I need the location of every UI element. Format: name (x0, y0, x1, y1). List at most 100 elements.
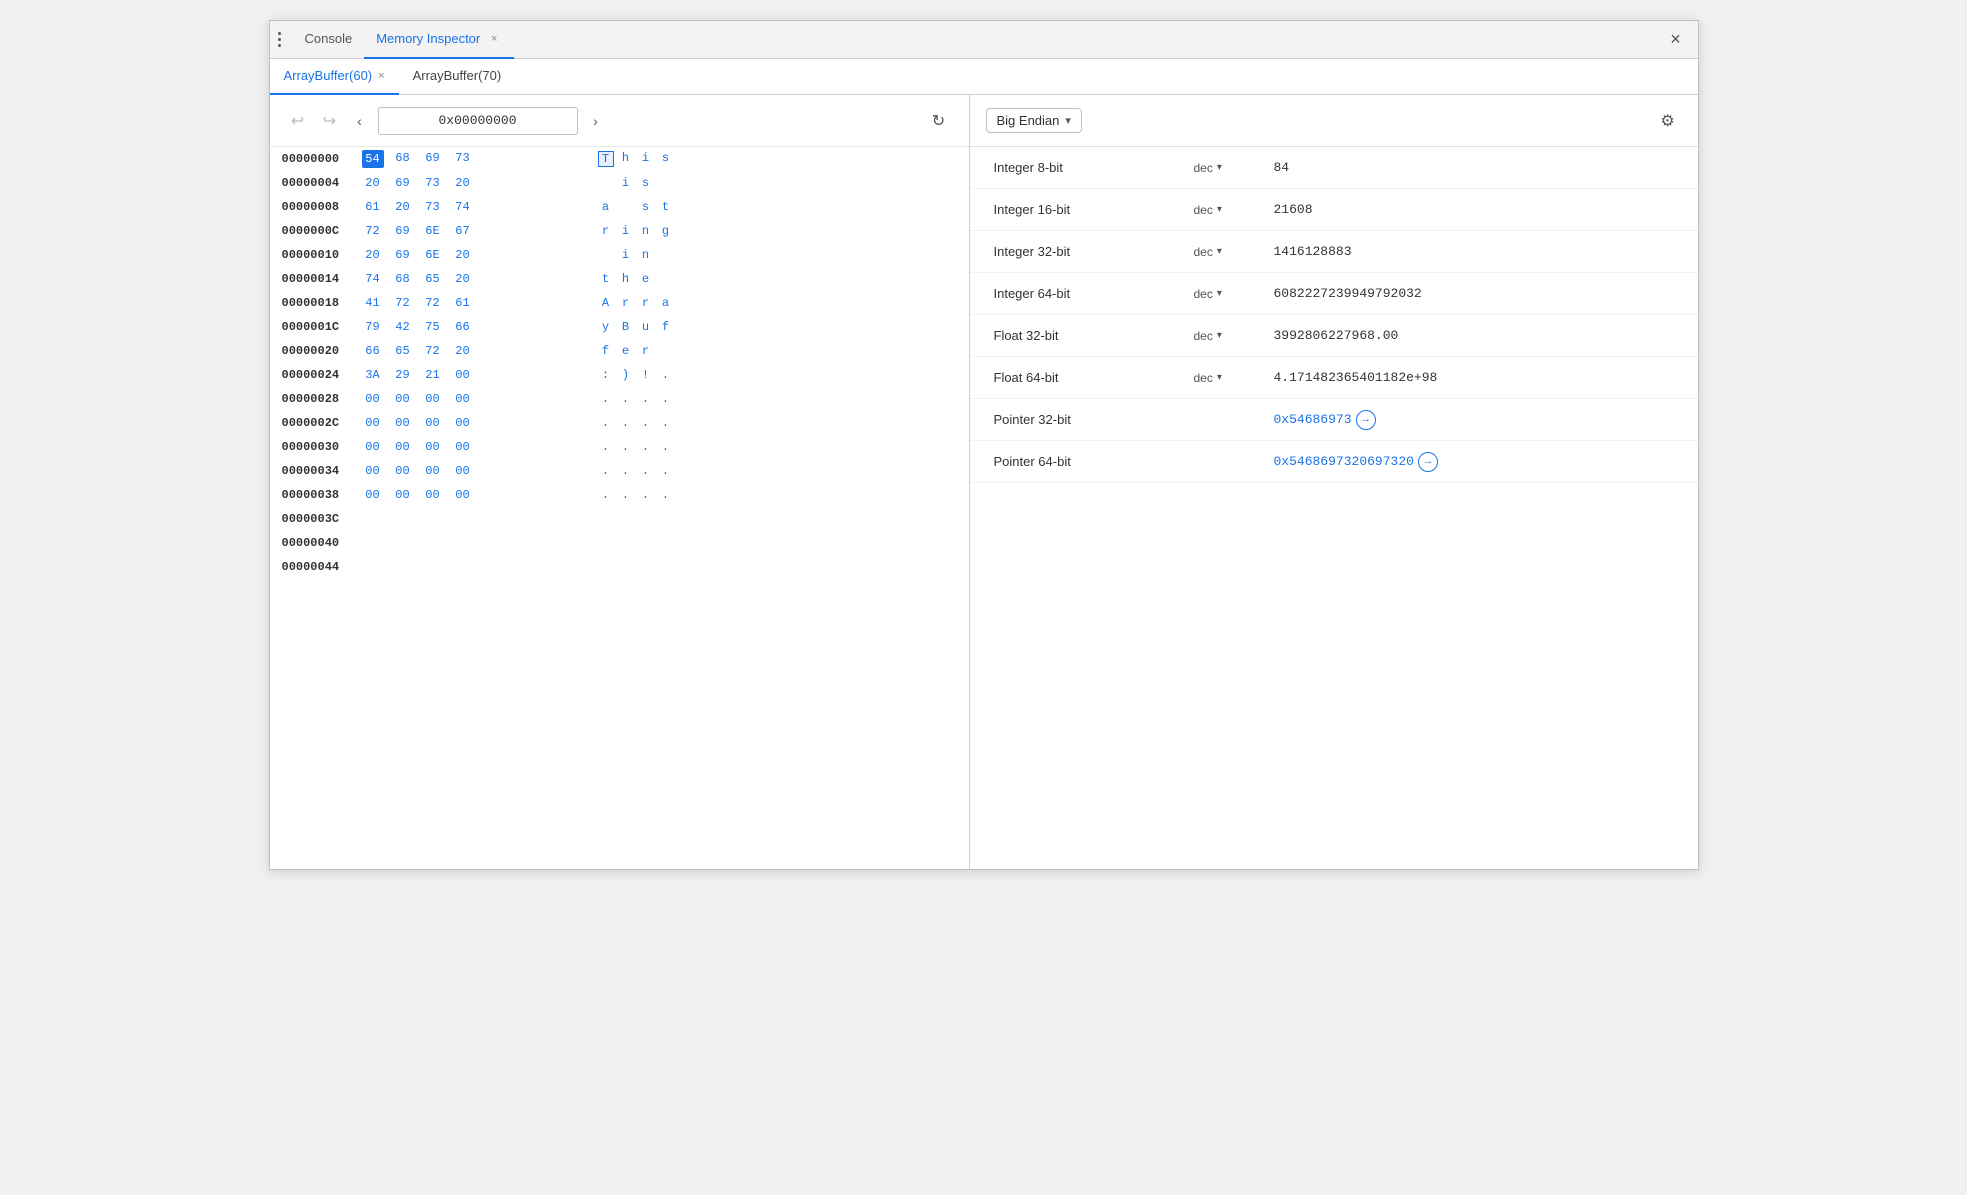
hex-char-11-2[interactable]: . (638, 416, 654, 430)
hex-char-0-3[interactable]: s (658, 151, 674, 167)
hex-byte-6-3[interactable]: 61 (452, 295, 474, 311)
hex-char-9-1[interactable]: ) (618, 368, 634, 382)
hex-char-3-1[interactable]: i (618, 224, 634, 238)
hex-byte-13-3[interactable]: 00 (452, 463, 474, 479)
hex-byte-12-1[interactable]: 00 (392, 439, 414, 455)
hex-char-9-2[interactable]: ! (638, 368, 654, 382)
hex-char-4-0[interactable] (598, 248, 614, 262)
hex-byte-2-0[interactable]: 61 (362, 199, 384, 215)
buffer-tab-arraybuffer70[interactable]: ArrayBuffer(70) (399, 59, 516, 95)
hex-byte-11-2[interactable]: 00 (422, 415, 444, 431)
hex-char-12-2[interactable]: . (638, 440, 654, 454)
hex-byte-3-3[interactable]: 67 (452, 223, 474, 239)
hex-byte-12-2[interactable]: 00 (422, 439, 444, 455)
hex-char-5-2[interactable]: e (638, 272, 654, 286)
hex-char-13-0[interactable]: . (598, 464, 614, 478)
endian-selector[interactable]: Big Endian ▾ (986, 108, 1082, 133)
hex-byte-0-1[interactable]: 68 (392, 150, 414, 168)
hex-byte-10-3[interactable]: 00 (452, 391, 474, 407)
window-close-button[interactable]: × (1662, 26, 1690, 54)
hex-byte-4-1[interactable]: 69 (392, 247, 414, 263)
hex-byte-5-3[interactable]: 20 (452, 271, 474, 287)
hex-char-14-3[interactable]: . (658, 488, 674, 502)
back-button[interactable]: ↩ (286, 109, 310, 133)
hex-char-8-1[interactable]: e (618, 344, 634, 358)
hex-byte-8-3[interactable]: 20 (452, 343, 474, 359)
hex-char-1-3[interactable] (658, 176, 674, 190)
hex-char-7-2[interactable]: u (638, 320, 654, 334)
hex-byte-2-1[interactable]: 20 (392, 199, 414, 215)
hex-byte-2-2[interactable]: 73 (422, 199, 444, 215)
value-link-ptr32[interactable]: 0x54686973 → (1274, 410, 1376, 430)
tab-memory-inspector-close[interactable]: × (486, 31, 502, 47)
hex-byte-8-1[interactable]: 65 (392, 343, 414, 359)
hex-char-11-3[interactable]: . (658, 416, 674, 430)
hex-char-14-0[interactable]: . (598, 488, 614, 502)
hex-char-6-3[interactable]: a (658, 296, 674, 310)
buffer-tab-arraybuffer60[interactable]: ArrayBuffer(60) × (270, 59, 399, 95)
hex-byte-13-0[interactable]: 00 (362, 463, 384, 479)
value-format-float32[interactable]: dec ▾ (1194, 329, 1274, 343)
hex-char-7-1[interactable]: B (618, 320, 634, 334)
hex-char-0-0[interactable]: T (598, 151, 614, 167)
hex-byte-14-0[interactable]: 00 (362, 487, 384, 503)
hex-char-3-2[interactable]: n (638, 224, 654, 238)
hex-byte-10-2[interactable]: 00 (422, 391, 444, 407)
hex-byte-4-2[interactable]: 6E (422, 247, 444, 263)
hex-byte-11-1[interactable]: 00 (392, 415, 414, 431)
hex-char-6-1[interactable]: r (618, 296, 634, 310)
hex-char-8-2[interactable]: r (638, 344, 654, 358)
hex-char-11-0[interactable]: . (598, 416, 614, 430)
hex-char-4-1[interactable]: i (618, 248, 634, 262)
address-input[interactable] (378, 107, 578, 135)
hex-char-5-1[interactable]: h (618, 272, 634, 286)
hex-char-10-3[interactable]: . (658, 392, 674, 406)
hex-byte-4-0[interactable]: 20 (362, 247, 384, 263)
hex-char-12-3[interactable]: . (658, 440, 674, 454)
hex-byte-6-2[interactable]: 72 (422, 295, 444, 311)
hex-char-9-3[interactable]: . (658, 368, 674, 382)
hex-char-2-1[interactable] (618, 200, 634, 214)
hex-char-9-0[interactable]: : (598, 368, 614, 382)
tab-memory-inspector[interactable]: Memory Inspector × (364, 21, 514, 59)
hex-byte-4-3[interactable]: 20 (452, 247, 474, 263)
hex-byte-14-1[interactable]: 00 (392, 487, 414, 503)
hex-byte-7-2[interactable]: 75 (422, 319, 444, 335)
hex-byte-14-3[interactable]: 00 (452, 487, 474, 503)
hex-char-2-3[interactable]: t (658, 200, 674, 214)
hex-byte-3-2[interactable]: 6E (422, 223, 444, 239)
hex-byte-8-2[interactable]: 72 (422, 343, 444, 359)
hex-byte-7-0[interactable]: 79 (362, 319, 384, 335)
hex-char-2-2[interactable]: s (638, 200, 654, 214)
hex-byte-5-0[interactable]: 74 (362, 271, 384, 287)
value-format-float64[interactable]: dec ▾ (1194, 371, 1274, 385)
hex-char-5-0[interactable]: t (598, 272, 614, 286)
hex-char-4-2[interactable]: n (638, 248, 654, 262)
hex-byte-11-3[interactable]: 00 (452, 415, 474, 431)
value-format-int8[interactable]: dec ▾ (1194, 161, 1274, 175)
hex-char-14-2[interactable]: . (638, 488, 654, 502)
prev-page-button[interactable]: ‹ (350, 109, 370, 133)
hex-byte-2-3[interactable]: 74 (452, 199, 474, 215)
hex-char-12-1[interactable]: . (618, 440, 634, 454)
hex-byte-9-3[interactable]: 00 (452, 367, 474, 383)
hex-byte-1-3[interactable]: 20 (452, 175, 474, 191)
hex-byte-3-0[interactable]: 72 (362, 223, 384, 239)
hex-byte-7-1[interactable]: 42 (392, 319, 414, 335)
hex-char-1-1[interactable]: i (618, 176, 634, 190)
hex-byte-10-1[interactable]: 00 (392, 391, 414, 407)
hex-char-10-0[interactable]: . (598, 392, 614, 406)
hex-byte-1-0[interactable]: 20 (362, 175, 384, 191)
hex-byte-1-2[interactable]: 73 (422, 175, 444, 191)
hex-byte-9-1[interactable]: 29 (392, 367, 414, 383)
hex-char-6-0[interactable]: A (598, 296, 614, 310)
hex-byte-7-3[interactable]: 66 (452, 319, 474, 335)
hex-byte-0-3[interactable]: 73 (452, 150, 474, 168)
value-format-int32[interactable]: dec ▾ (1194, 245, 1274, 259)
hex-byte-13-2[interactable]: 00 (422, 463, 444, 479)
hex-byte-5-2[interactable]: 65 (422, 271, 444, 287)
hex-byte-9-2[interactable]: 21 (422, 367, 444, 383)
hex-byte-12-3[interactable]: 00 (452, 439, 474, 455)
value-format-int16[interactable]: dec ▾ (1194, 203, 1274, 217)
forward-button[interactable]: ↪ (318, 109, 342, 133)
